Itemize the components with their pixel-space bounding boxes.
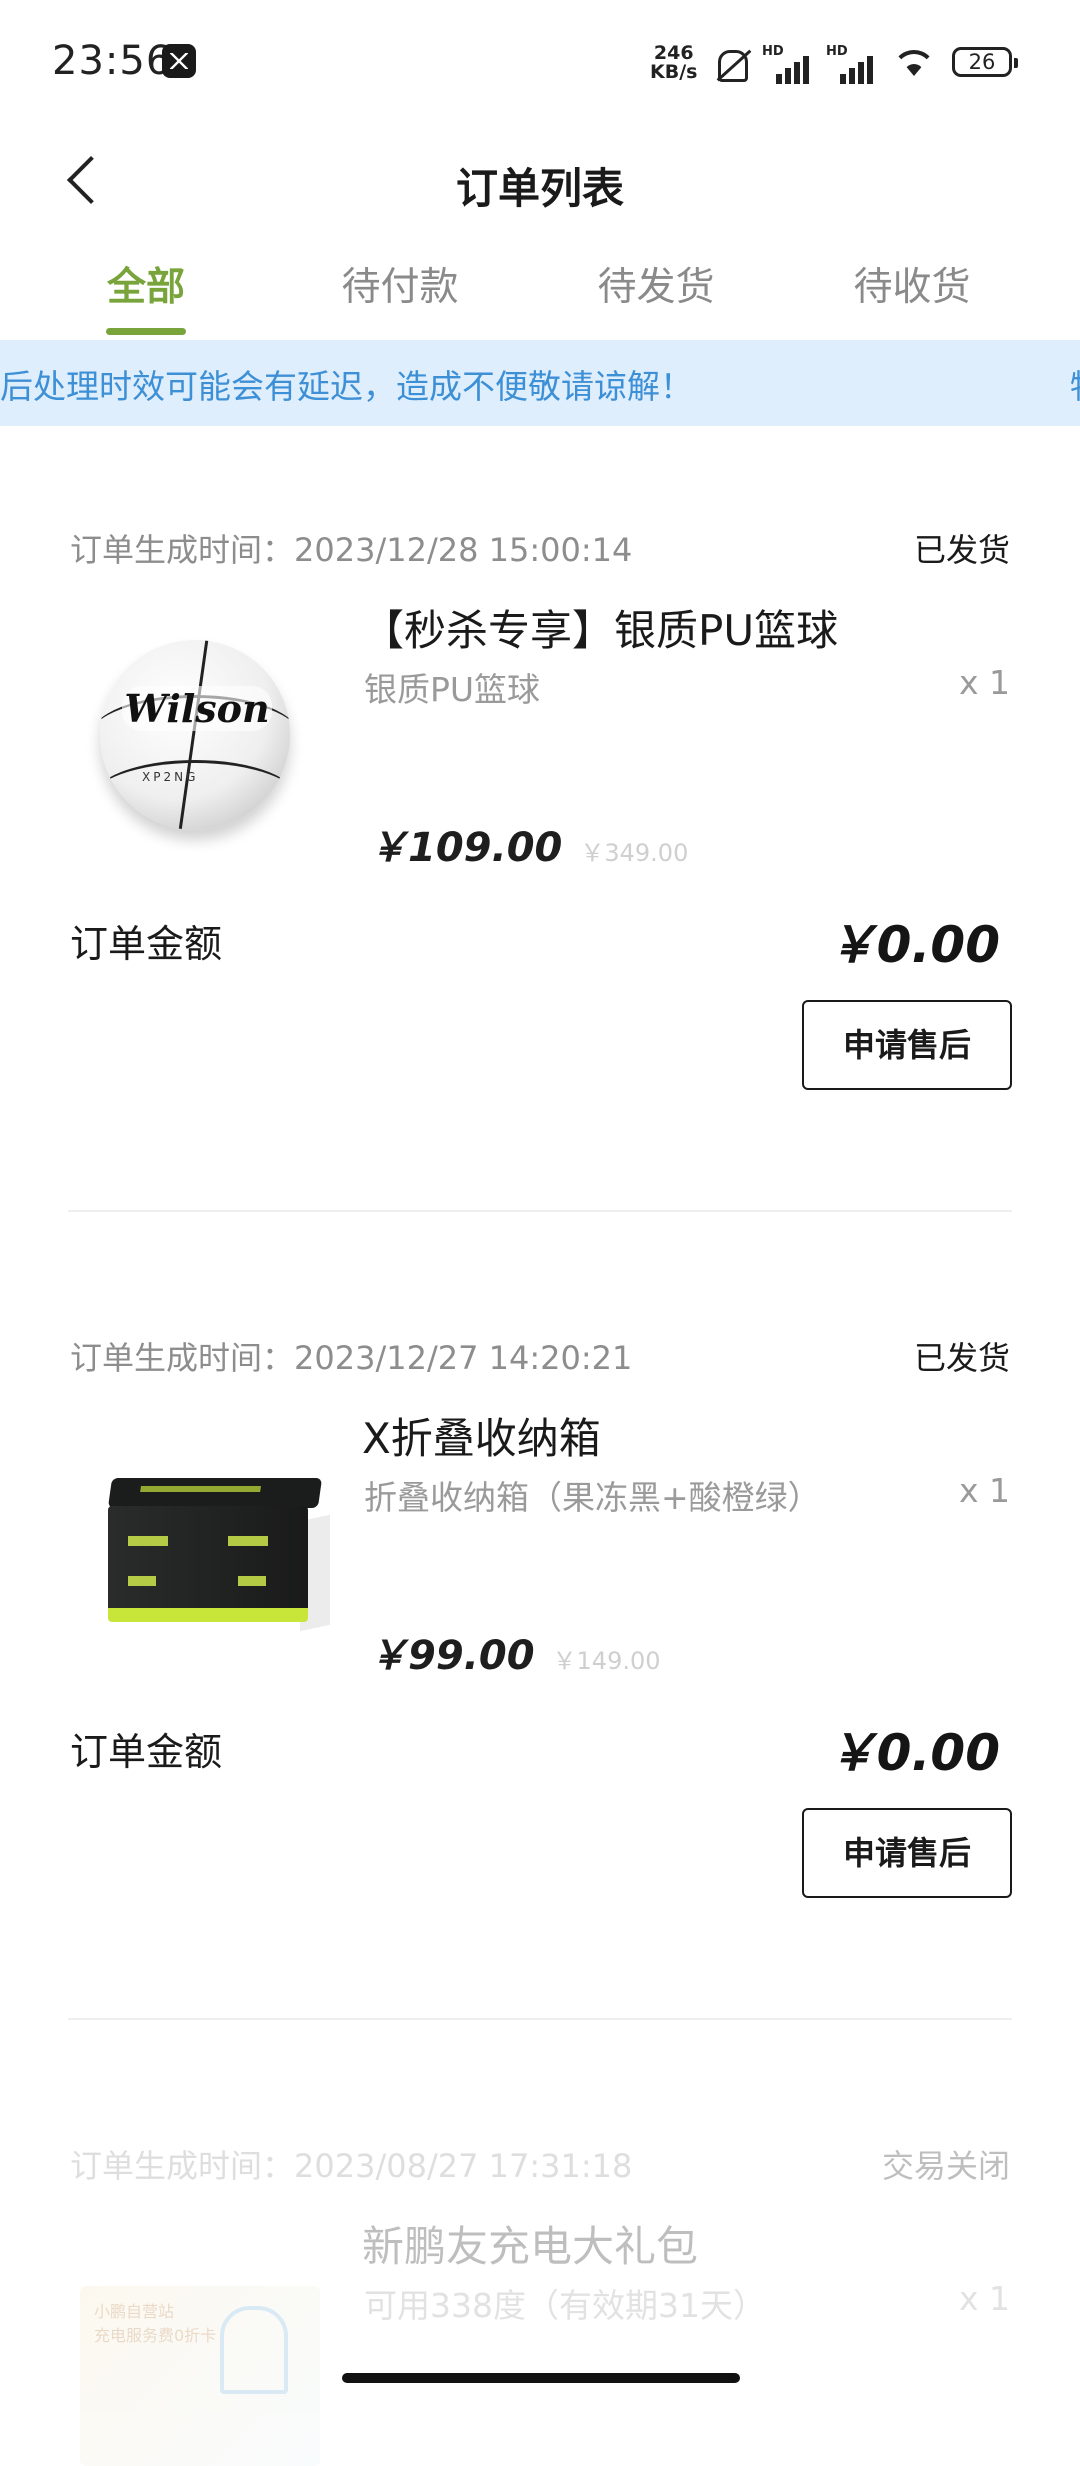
product-quantity: x 1 <box>958 2279 1010 2318</box>
product-image[interactable]: Wilson XP2NG <box>80 630 340 850</box>
original-price: ￥349.00 <box>580 839 689 867</box>
divider <box>68 1210 1012 1212</box>
hd-label: HD <box>762 44 784 59</box>
storage-box-icon <box>100 1478 330 1632</box>
notice-text: 后处理时效可能会有延迟，造成不便敬请谅解！ <box>0 367 693 406</box>
order-time-label: 订单生成时间： <box>70 531 295 569</box>
product-price: ￥109.00 ￥349.00 <box>368 815 688 873</box>
order-status: 已发货 <box>913 531 1010 569</box>
order-time: 订单生成时间：2023/12/27 14:20:21 <box>70 1333 632 1379</box>
nav-bar: 订单列表 <box>0 125 1080 235</box>
signal-2-icon: HD <box>826 44 878 84</box>
signal-1-icon: HD <box>762 44 814 84</box>
status-icons: HD HD <box>712 40 940 84</box>
hd-label: HD <box>826 44 848 59</box>
card-title: 小鹏自营站 <box>94 2302 175 2321</box>
current-price: ￥109.00 <box>368 825 563 871</box>
product-spec: 可用338度（有效期31天） <box>364 2286 766 2325</box>
current-price: ￥99.00 <box>368 1633 535 1679</box>
order-total-label: 订单金额 <box>70 922 223 966</box>
page-title: 订单列表 <box>455 164 624 213</box>
order-card: 订单生成时间：2023/12/28 15:00:14 已发货 Wilson XP… <box>0 525 1080 1245</box>
product-price: ￥99.00 ￥149.00 <box>368 1623 661 1681</box>
charging-gift-card-icon: 小鹏自营站 充电服务费0折卡 <box>80 2286 320 2466</box>
order-card: 订单生成时间：2023/12/27 14:20:21 已发货 X折叠收纳箱 折叠… <box>0 1333 1080 2053</box>
ball-brand: Wilson <box>122 686 272 731</box>
mute-icon <box>712 46 750 84</box>
status-time: 23:56 <box>52 38 173 84</box>
active-tab-indicator <box>106 328 186 335</box>
order-time-value: 2023/12/28 15:00:14 <box>294 531 633 569</box>
order-time-value: 2023/08/27 17:31:18 <box>294 2147 633 2185</box>
order-tabs: 全部 待付款 待发货 待收货 <box>0 240 1080 340</box>
order-card: 订单生成时间：2023/08/27 17:31:18 交易关闭 小鹏自营站 充电… <box>0 2141 1080 2466</box>
notice-text-continued: 物 <box>1070 360 1080 408</box>
product-name[interactable]: 【秒杀专享】银质PU篮球 <box>362 597 838 658</box>
battery-icon: 26 <box>952 47 1018 77</box>
wifi-icon <box>890 44 940 84</box>
product-spec: 银质PU篮球 <box>364 670 541 709</box>
order-status: 已发货 <box>913 1339 1010 1377</box>
order-total: ￥0.00 <box>826 916 1000 974</box>
order-time-label: 订单生成时间： <box>70 1339 295 1377</box>
product-name[interactable]: 新鹏友充电大礼包 <box>362 2213 698 2274</box>
product-image[interactable] <box>80 1438 340 1658</box>
order-time: 订单生成时间：2023/12/28 15:00:14 <box>70 525 632 571</box>
product-name[interactable]: X折叠收纳箱 <box>362 1405 601 1466</box>
order-status: 交易关闭 <box>881 2147 1010 2185</box>
product-quantity: x 1 <box>958 1471 1010 1510</box>
divider <box>68 2018 1012 2020</box>
tab-pending-payment[interactable]: 待付款 <box>320 256 480 312</box>
after-sales-button[interactable]: 申请售后 <box>802 1000 1012 1090</box>
tab-pending-shipment[interactable]: 待发货 <box>576 256 736 312</box>
original-price: ￥149.00 <box>552 1647 661 1675</box>
product-image[interactable]: 小鹏自营站 充电服务费0折卡 <box>80 2246 340 2466</box>
tab-pending-receipt[interactable]: 待收货 <box>832 256 992 312</box>
basketball-icon: Wilson XP2NG <box>100 640 290 830</box>
tab-all[interactable]: 全部 <box>66 256 226 312</box>
notice-banner: 后处理时效可能会有延迟，造成不便敬请谅解！ 物 <box>0 340 1080 426</box>
product-quantity: x 1 <box>958 663 1010 702</box>
mail-notification-icon <box>162 44 196 78</box>
order-time-label: 订单生成时间： <box>70 2147 295 2185</box>
order-total: ￥0.00 <box>826 1724 1000 1782</box>
home-indicator[interactable] <box>342 2373 740 2383</box>
order-total-label: 订单金额 <box>70 1730 223 1774</box>
card-subtitle: 充电服务费0折卡 <box>94 2326 217 2345</box>
order-time-value: 2023/12/27 14:20:21 <box>294 1339 633 1377</box>
network-speed-unit: KB/s <box>650 61 698 83</box>
status-bar: 23:56 246 KB/s HD HD 26 <box>0 0 1080 125</box>
order-time: 订单生成时间：2023/08/27 17:31:18 <box>70 2141 632 2187</box>
product-spec: 折叠收纳箱（果冻黑+酸橙绿） <box>364 1478 821 1517</box>
ball-tag: XP2NG <box>142 770 199 784</box>
network-speed: 246 KB/s <box>650 44 697 82</box>
after-sales-button[interactable]: 申请售后 <box>802 1808 1012 1898</box>
